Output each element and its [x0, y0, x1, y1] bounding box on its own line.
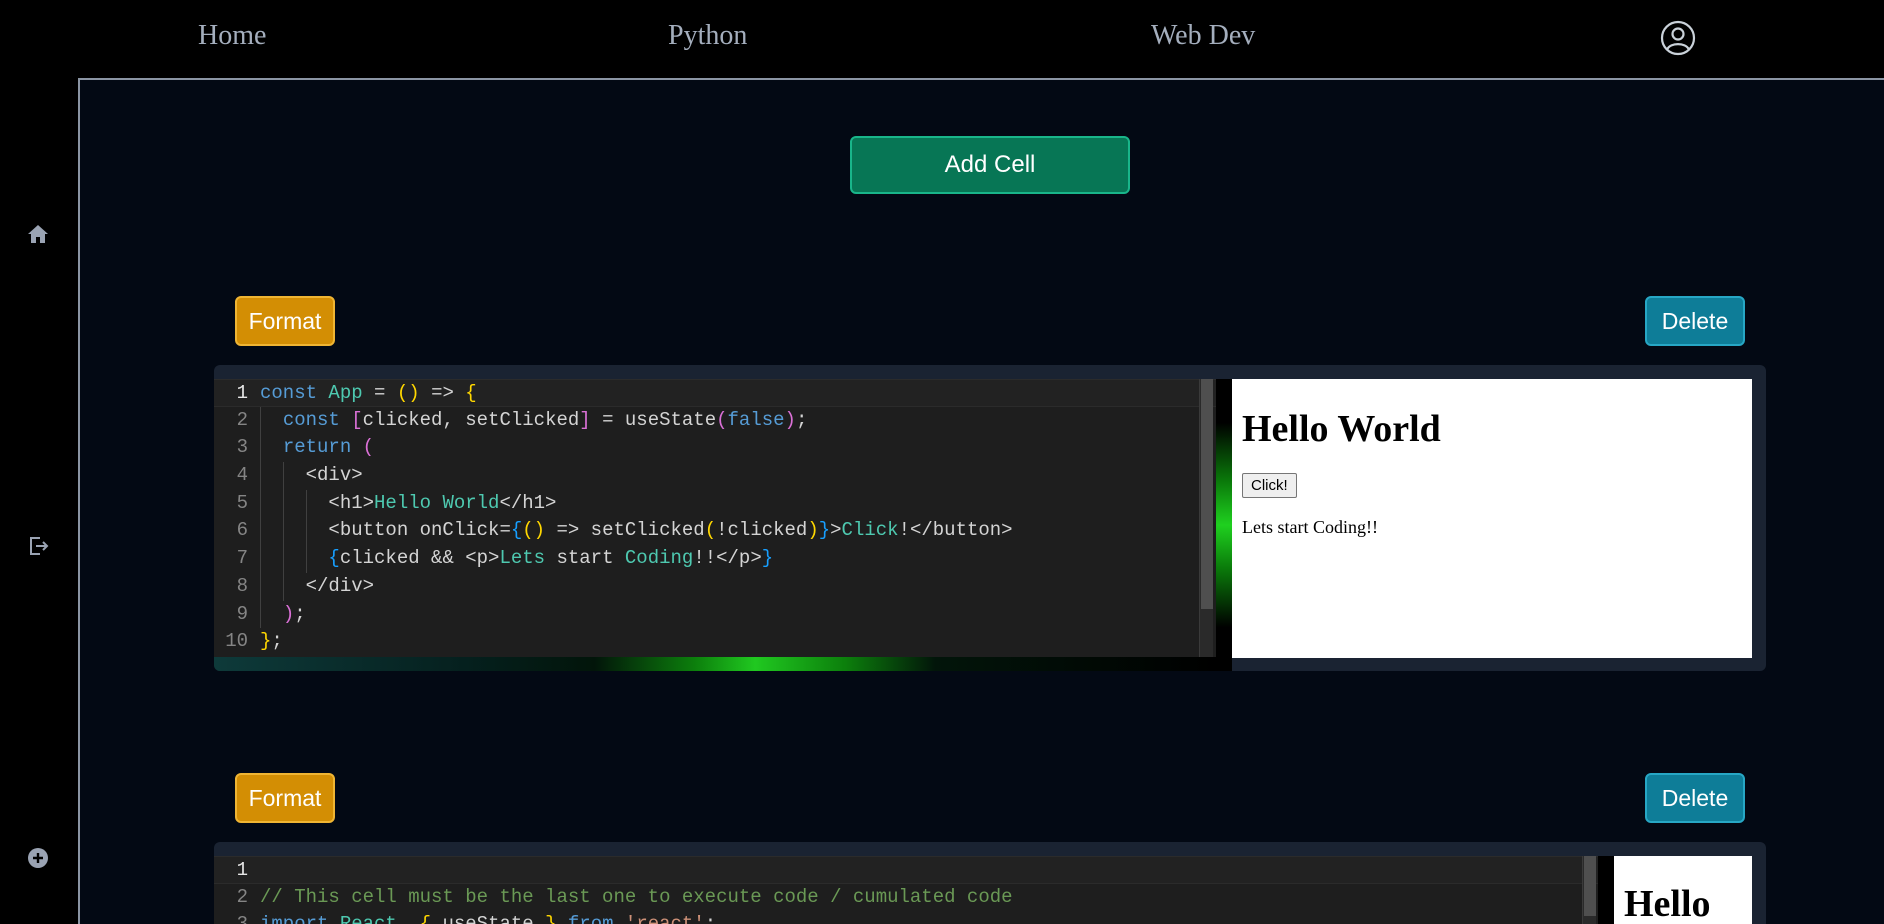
preview-heading: Hello	[1624, 883, 1711, 924]
preview-click-button[interactable]: Click!	[1242, 473, 1297, 498]
editor-scrollbar[interactable]	[1582, 856, 1596, 924]
nav-home-link[interactable]: Home	[198, 20, 266, 52]
format-button[interactable]: Format	[235, 296, 335, 346]
code-cell: 1 2// This cell must be the last one to …	[214, 842, 1766, 924]
delete-button[interactable]: Delete	[1645, 296, 1745, 346]
preview-frame: Hello World Click! Lets start Coding!!	[1232, 379, 1752, 658]
main-content: Add Cell Format Delete 1 const App = () =…	[78, 78, 1884, 924]
delete-button[interactable]: Delete	[1645, 773, 1745, 823]
code-line: 1	[214, 856, 1598, 884]
resize-handle[interactable]	[1598, 856, 1614, 924]
home-icon[interactable]	[26, 222, 50, 246]
sidebar	[0, 78, 78, 924]
logout-icon[interactable]	[26, 534, 50, 558]
code-line: 2// This cell must be the last one to ex…	[236, 885, 1013, 908]
code-line: 6 <button onClick={() => setClicked(!cli…	[214, 517, 1216, 546]
code-line: 4 <div>	[214, 462, 1216, 490]
preview-frame: Hello	[1614, 856, 1752, 924]
user-circle-icon[interactable]	[1660, 20, 1696, 56]
code-line: 3import React, { useState } from 'react'…	[214, 911, 1598, 924]
code-line: 7 {clicked && <p>Lets start Coding!!</p>…	[214, 545, 1216, 573]
nav-webdev-link[interactable]: Web Dev	[1151, 20, 1255, 52]
code-line: 9 );	[214, 600, 1216, 629]
code-editor[interactable]: 1 const App = () => { 2 const [clicked, s…	[214, 379, 1216, 658]
resize-handle-bottom[interactable]	[214, 657, 1216, 671]
add-cell-button[interactable]: Add Cell	[850, 136, 1130, 194]
code-cell: 1 const App = () => { 2 const [clicked, s…	[214, 365, 1766, 671]
code-line: 3 return (	[214, 434, 1216, 463]
code-line: 2 const [clicked, setClicked] = useState…	[214, 406, 1216, 435]
code-line: 5 <h1>Hello World</h1>	[214, 489, 1216, 518]
editor-scrollbar[interactable]	[1199, 379, 1213, 658]
top-navbar: Home Python Web Dev	[0, 0, 1884, 78]
nav-python-link[interactable]: Python	[668, 20, 747, 52]
preview-paragraph: Lets start Coding!!	[1242, 517, 1378, 537]
preview-heading: Hello World	[1242, 408, 1441, 450]
code-line: 10};	[225, 630, 283, 653]
format-button[interactable]: Format	[235, 773, 335, 823]
add-circle-icon[interactable]	[26, 846, 50, 870]
resize-handle[interactable]	[1216, 379, 1232, 671]
code-line: 1 const App = () => {	[214, 379, 1216, 407]
code-line: 8 </div>	[214, 572, 1216, 601]
code-editor[interactable]: 1 2// This cell must be the last one to …	[214, 856, 1598, 924]
